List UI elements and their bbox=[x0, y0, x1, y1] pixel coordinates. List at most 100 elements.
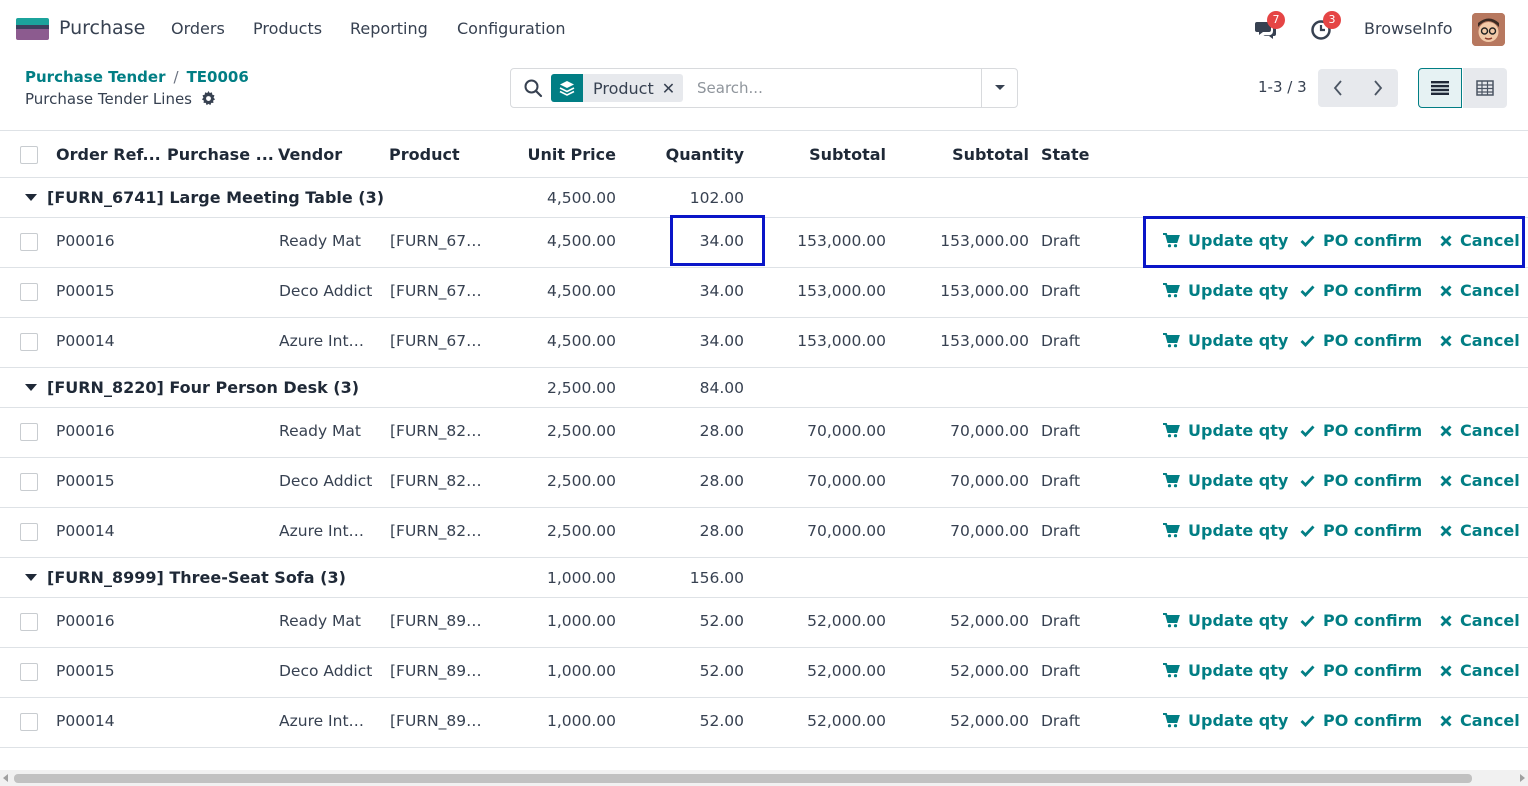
row-checkbox[interactable] bbox=[20, 473, 38, 491]
po-confirm-button[interactable]: PO confirm bbox=[1300, 611, 1422, 630]
update-qty-button[interactable]: Update qty bbox=[1163, 521, 1288, 540]
update-qty-button[interactable]: Update qty bbox=[1163, 331, 1288, 350]
caret-down-icon[interactable] bbox=[25, 194, 37, 201]
column-product[interactable]: Product bbox=[389, 145, 460, 164]
gear-icon[interactable] bbox=[201, 91, 216, 106]
group-label[interactable]: [FURN_8999] Three-Seat Sofa (3) bbox=[47, 568, 346, 587]
row-checkbox[interactable] bbox=[20, 613, 38, 631]
po-confirm-button[interactable]: PO confirm bbox=[1300, 521, 1422, 540]
scrollbar-thumb[interactable] bbox=[14, 774, 1472, 783]
column-state[interactable]: State bbox=[1041, 145, 1089, 164]
page-title: Purchase Tender Lines bbox=[25, 90, 216, 108]
messages-button[interactable]: 7 bbox=[1254, 11, 1285, 40]
pager-value[interactable]: 1-3 / 3 bbox=[1258, 78, 1307, 96]
column-quantity[interactable]: Quantity bbox=[624, 145, 744, 164]
group-row[interactable]: [FURN_8220] Four Person Desk (3) 2,500.00… bbox=[0, 368, 1528, 408]
scroll-left-icon[interactable] bbox=[3, 774, 8, 782]
menu-products[interactable]: Products bbox=[253, 19, 322, 38]
caret-down-icon[interactable] bbox=[25, 384, 37, 391]
search-input[interactable] bbox=[697, 75, 977, 101]
po-confirm-button[interactable]: PO confirm bbox=[1300, 711, 1422, 730]
table-row[interactable]: P00015 Deco Addict [FURN_89… 1,000.00 52.00 5… bbox=[0, 648, 1528, 698]
cell-order-ref: P00014 bbox=[56, 522, 115, 540]
row-checkbox[interactable] bbox=[20, 663, 38, 681]
column-unit-price[interactable]: Unit Price bbox=[496, 145, 616, 164]
menu-orders[interactable]: Orders bbox=[171, 19, 225, 38]
purchase-app-icon[interactable] bbox=[16, 18, 49, 40]
column-subtotal[interactable]: Subtotal bbox=[756, 145, 886, 164]
cell-state: Draft bbox=[1041, 282, 1081, 300]
table-row[interactable]: P00016 Ready Mat [FURN_89… 1,000.00 52.00 52,… bbox=[0, 598, 1528, 648]
table-row[interactable]: P00014 Azure Int… [FURN_89… 1,000.00 52.00 52… bbox=[0, 698, 1528, 748]
column-subtotal-2[interactable]: Subtotal bbox=[899, 145, 1029, 164]
cell-quantity[interactable]: 52.00 bbox=[624, 662, 744, 680]
po-confirm-button[interactable]: PO confirm bbox=[1300, 281, 1422, 300]
cancel-button[interactable]: Cancel bbox=[1440, 471, 1520, 490]
cell-quantity[interactable]: 28.00 bbox=[624, 522, 744, 540]
app-title[interactable]: Purchase bbox=[59, 17, 145, 39]
update-qty-button[interactable]: Update qty bbox=[1163, 661, 1288, 680]
cancel-button[interactable]: Cancel bbox=[1440, 331, 1520, 350]
cell-quantity[interactable]: 28.00 bbox=[624, 422, 744, 440]
cancel-button[interactable]: Cancel bbox=[1440, 711, 1520, 730]
row-checkbox[interactable] bbox=[20, 423, 38, 441]
breadcrumb-te0006[interactable]: TE0006 bbox=[187, 68, 249, 86]
group-row[interactable]: [FURN_8999] Three-Seat Sofa (3) 1,000.00 1… bbox=[0, 558, 1528, 598]
breadcrumb-purchase-tender[interactable]: Purchase Tender bbox=[25, 68, 166, 86]
row-checkbox[interactable] bbox=[20, 333, 38, 351]
column-order-ref[interactable]: Order Ref... bbox=[56, 145, 161, 164]
update-qty-button[interactable]: Update qty bbox=[1163, 611, 1288, 630]
row-checkbox[interactable] bbox=[20, 283, 38, 301]
row-checkbox[interactable] bbox=[20, 523, 38, 541]
row-checkbox[interactable] bbox=[20, 713, 38, 731]
pager-next-button[interactable] bbox=[1358, 69, 1398, 107]
cancel-button[interactable]: Cancel bbox=[1440, 421, 1520, 440]
menu-configuration[interactable]: Configuration bbox=[457, 19, 566, 38]
activities-button[interactable]: 3 bbox=[1310, 11, 1341, 40]
scroll-right-icon[interactable] bbox=[1520, 774, 1525, 782]
caret-down-icon[interactable] bbox=[25, 574, 37, 581]
search-options-toggle[interactable] bbox=[981, 69, 1017, 107]
table-row[interactable]: P00015 Deco Addict [FURN_67… 4,500.00 34.00 1… bbox=[0, 268, 1528, 318]
search-icon[interactable] bbox=[523, 78, 543, 98]
cell-quantity[interactable]: 52.00 bbox=[624, 612, 744, 630]
pager-previous-button[interactable] bbox=[1318, 69, 1358, 107]
column-purchase[interactable]: Purchase ... bbox=[167, 145, 274, 164]
table-row[interactable]: P00015 Deco Addict [FURN_82… 2,500.00 28.00 7… bbox=[0, 458, 1528, 508]
pivot-view-button[interactable] bbox=[1463, 68, 1507, 108]
horizontal-scrollbar[interactable] bbox=[0, 770, 1528, 786]
cell-quantity[interactable]: 34.00 bbox=[624, 282, 744, 300]
list-view-button[interactable] bbox=[1418, 68, 1462, 108]
group-row[interactable]: [FURN_6741] Large Meeting Table (3) 4,500… bbox=[0, 178, 1528, 218]
cell-quantity[interactable]: 28.00 bbox=[624, 472, 744, 490]
user-avatar[interactable] bbox=[1472, 13, 1505, 46]
cancel-button[interactable]: Cancel bbox=[1440, 281, 1520, 300]
facet-remove-icon[interactable]: ✕ bbox=[662, 79, 683, 98]
cell-unit-price: 4,500.00 bbox=[546, 332, 616, 350]
update-qty-button[interactable]: Update qty bbox=[1163, 421, 1288, 440]
menu-reporting[interactable]: Reporting bbox=[350, 19, 428, 38]
cell-vendor: Azure Int… bbox=[279, 522, 365, 540]
cancel-button[interactable]: Cancel bbox=[1440, 661, 1520, 680]
cell-quantity[interactable]: 34.00 bbox=[624, 332, 744, 350]
table-row[interactable]: P00014 Azure Int… [FURN_82… 2,500.00 28.00 70… bbox=[0, 508, 1528, 558]
table-row[interactable]: P00016 Ready Mat [FURN_82… 2,500.00 28.00 70,… bbox=[0, 408, 1528, 458]
select-all-checkbox[interactable] bbox=[20, 146, 38, 164]
cancel-button[interactable]: Cancel bbox=[1440, 521, 1520, 540]
group-label[interactable]: [FURN_8220] Four Person Desk (3) bbox=[47, 378, 359, 397]
update-qty-button[interactable]: Update qty bbox=[1163, 281, 1288, 300]
group-label[interactable]: [FURN_6741] Large Meeting Table (3) bbox=[47, 188, 384, 207]
cell-quantity[interactable]: 52.00 bbox=[624, 712, 744, 730]
table-row[interactable]: P00014 Azure Int… [FURN_67… 4,500.00 34.00 15… bbox=[0, 318, 1528, 368]
column-vendor[interactable]: Vendor bbox=[278, 145, 342, 164]
po-confirm-label: PO confirm bbox=[1323, 471, 1423, 490]
po-confirm-button[interactable]: PO confirm bbox=[1300, 661, 1422, 680]
po-confirm-button[interactable]: PO confirm bbox=[1300, 331, 1422, 350]
row-checkbox[interactable] bbox=[20, 233, 38, 251]
cancel-button[interactable]: Cancel bbox=[1440, 611, 1520, 630]
po-confirm-button[interactable]: PO confirm bbox=[1300, 421, 1422, 440]
po-confirm-button[interactable]: PO confirm bbox=[1300, 471, 1422, 490]
company-switcher[interactable]: BrowseInfo bbox=[1364, 19, 1453, 38]
update-qty-button[interactable]: Update qty bbox=[1163, 471, 1288, 490]
update-qty-button[interactable]: Update qty bbox=[1163, 711, 1288, 730]
